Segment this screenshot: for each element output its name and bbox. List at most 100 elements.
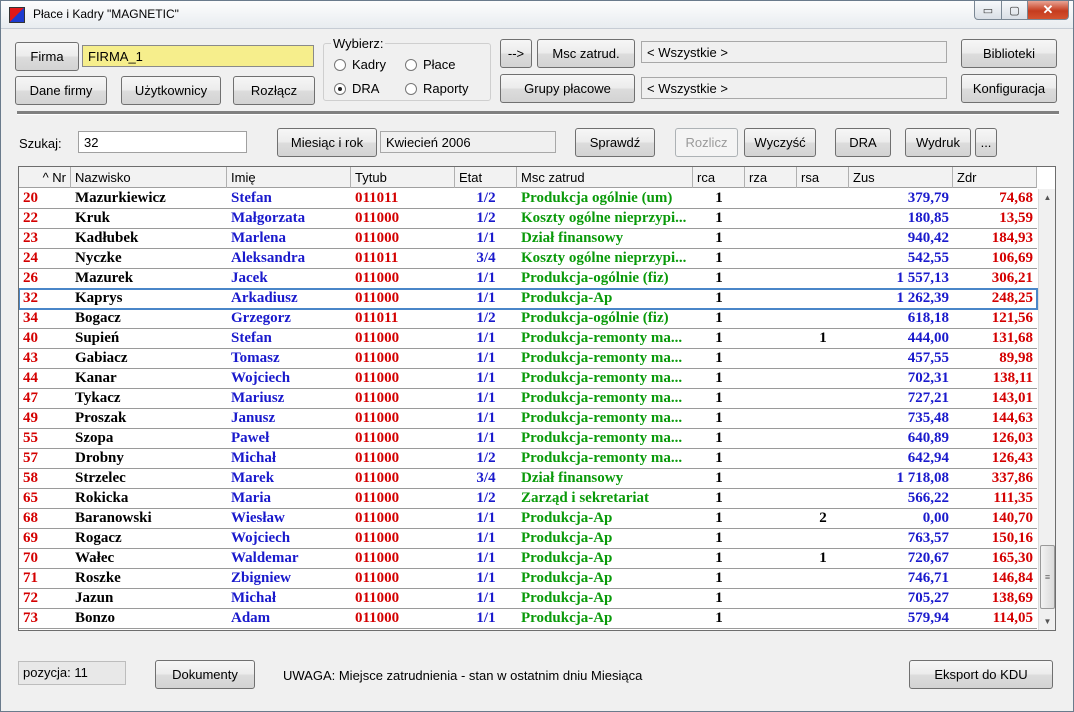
column-header-nazwisko[interactable]: Nazwisko <box>71 167 227 188</box>
column-header-tytub[interactable]: Tytub <box>351 167 455 188</box>
column-header-rza[interactable]: rza <box>745 167 797 188</box>
table-row[interactable]: 73 Bonzo Adam 011000 1/1 Produkcja-Ap 1 579,94 1… <box>19 609 1037 629</box>
msc-zatrud-button[interactable]: Msc zatrud. <box>537 39 635 68</box>
cell-zdr: 121,56 <box>991 310 1033 326</box>
grupy-placowe-field[interactable]: < Wszystkie > <box>641 77 947 99</box>
table-row[interactable]: 40 Supień Stefan 011000 1/1 Produkcja-remonty… <box>19 329 1037 349</box>
uwaga-text: UWAGA: Miejsce zatrudnienia - stan w ost… <box>283 668 643 683</box>
table-row[interactable]: 58 Strzelec Marek 011000 3/4 Dział finansowy 1… <box>19 469 1037 489</box>
radio-raporty-dot[interactable] <box>405 82 417 95</box>
cell-zus: 618,18 <box>907 310 949 326</box>
cell-rca: 1 <box>715 290 723 306</box>
eksport-kdu-button[interactable]: Eksport do KDU <box>909 660 1053 689</box>
column-header-imie[interactable]: Imię <box>227 167 351 188</box>
biblioteki-button[interactable]: Biblioteki <box>961 39 1057 68</box>
table-row[interactable]: 23 Kadłubek Marlena 011000 1/1 Dział finansow… <box>19 229 1037 249</box>
column-header-zdr[interactable]: Zdr <box>953 167 1037 188</box>
cell-rca: 1 <box>715 610 723 626</box>
cell-etat: 1/1 <box>476 230 496 246</box>
table-row[interactable]: 24 Nyczke Aleksandra 011011 3/4 Koszty ogólne… <box>19 249 1037 269</box>
more-button[interactable]: ... <box>975 128 997 157</box>
table-row[interactable]: 71 Roszke Zbigniew 011000 1/1 Produkcja-Ap 1 74… <box>19 569 1037 589</box>
firma-field[interactable]: FIRMA_1 <box>82 45 314 67</box>
cell-tytub: 011000 <box>355 390 400 406</box>
rozlicz-button[interactable]: Rozlicz <box>675 128 738 157</box>
cell-zdr: 150,16 <box>991 530 1033 546</box>
cell-rza <box>745 369 797 389</box>
radio-dra[interactable]: DRA <box>334 81 379 96</box>
dokumenty-button[interactable]: Dokumenty <box>155 660 255 689</box>
table-row[interactable]: 65 Rokicka Maria 011000 1/2 Zarząd i sekretar… <box>19 489 1037 509</box>
table-row[interactable]: 26 Mazurek Jacek 011000 1/1 Produkcja-ogólnie… <box>19 269 1037 289</box>
cell-zus: 180,85 <box>907 210 949 226</box>
table-row[interactable]: 20 Mazurkiewicz Stefan 011011 1/2 Produkcja o… <box>19 189 1037 209</box>
rozlacz-button[interactable]: Rozłącz <box>233 76 315 105</box>
dane-firmy-button[interactable]: Dane firmy <box>15 76 107 105</box>
cell-zdr: 74,68 <box>999 190 1033 206</box>
msc-zatrud-field[interactable]: < Wszystkie > <box>641 41 947 63</box>
cell-rca: 1 <box>715 490 723 506</box>
column-header-zus[interactable]: Zus <box>849 167 953 188</box>
column-header-rsa[interactable]: rsa <box>797 167 849 188</box>
close-icon[interactable]: ✕ <box>1027 1 1069 20</box>
cell-zus: 735,48 <box>907 410 949 426</box>
arrow-button[interactable]: --> <box>500 39 532 68</box>
cell-zus: 702,31 <box>907 370 949 386</box>
firma-button[interactable]: Firma <box>15 42 79 71</box>
table-row[interactable]: 55 Szopa Paweł 011000 1/1 Produkcja-remonty m… <box>19 429 1037 449</box>
cell-nr: 20 <box>23 190 38 206</box>
cell-tytub: 011000 <box>355 210 400 226</box>
dra-button[interactable]: DRA <box>835 128 891 157</box>
uzytkownicy-button[interactable]: Użytkownicy <box>121 76 221 105</box>
table-row[interactable]: 49 Proszak Janusz 011000 1/1 Produkcja-remont… <box>19 409 1037 429</box>
table-row[interactable]: 47 Tykacz Mariusz 011000 1/1 Produkcja-remont… <box>19 389 1037 409</box>
cell-etat: 1/1 <box>476 510 496 526</box>
cell-rsa: 1 <box>819 550 827 566</box>
radio-kadry[interactable]: Kadry <box>334 57 386 72</box>
cell-tytub: 011000 <box>355 570 400 586</box>
table-row[interactable]: 22 Kruk Małgorzata 011000 1/2 Koszty ogólne n… <box>19 209 1037 229</box>
radio-raporty[interactable]: Raporty <box>405 81 469 96</box>
wydruk-button[interactable]: Wydruk <box>905 128 971 157</box>
vertical-scrollbar[interactable]: ▲ ≡ ▼ <box>1038 189 1055 630</box>
minimize-icon[interactable]: ▭ <box>974 1 1002 20</box>
table-row[interactable]: 57 Drobny Michał 011000 1/2 Produkcja-remonty… <box>19 449 1037 469</box>
cell-msc: Zarząd i sekretariat <box>521 490 650 506</box>
cell-rca: 1 <box>715 330 723 346</box>
table-row[interactable]: 43 Gabiacz Tomasz 011000 1/1 Produkcja-remont… <box>19 349 1037 369</box>
miesiac-i-rok-button[interactable]: Miesiąc i rok <box>277 128 377 157</box>
table-row[interactable]: 68 Baranowski Wiesław 011000 1/1 Produkcja-Ap… <box>19 509 1037 529</box>
cell-tytub: 011000 <box>355 610 400 626</box>
sprawdz-button[interactable]: Sprawdź <box>575 128 655 157</box>
grupy-placowe-button[interactable]: Grupy płacowe <box>500 74 635 103</box>
konfiguracja-button[interactable]: Konfiguracja <box>961 74 1057 103</box>
search-input[interactable]: 32 <box>78 131 247 153</box>
cell-zus: 1 262,39 <box>896 290 950 306</box>
wyczysc-button[interactable]: Wyczyść <box>744 128 816 157</box>
radio-dra-dot[interactable] <box>334 82 346 95</box>
cell-rsa <box>797 349 849 369</box>
column-header-msc[interactable]: Msc zatrud <box>517 167 693 188</box>
column-header-nr[interactable]: ^ Nr <box>19 167 71 188</box>
chevron-up-icon[interactable]: ▲ <box>1039 189 1055 206</box>
miesiac-field[interactable]: Kwiecień 2006 <box>380 131 556 153</box>
table-row[interactable]: 32 Kaprys Arkadiusz 011000 1/1 Produkcja-Ap 1 1… <box>19 288 1038 310</box>
maximize-icon[interactable]: ▢ <box>1001 1 1028 20</box>
cell-rza <box>745 189 797 209</box>
cell-zdr: 111,35 <box>993 490 1033 506</box>
table-row[interactable]: 70 Wałec Waldemar 011000 1/1 Produkcja-Ap 1 1 72… <box>19 549 1037 569</box>
employees-grid[interactable]: ^ Nr Nazwisko Imię Tytub Etat Msc zatrud… <box>18 166 1056 631</box>
table-row[interactable]: 44 Kanar Wojciech 011000 1/1 Produkcja-remont… <box>19 369 1037 389</box>
pozycja-label: pozycja: <box>23 665 71 680</box>
column-header-etat[interactable]: Etat <box>455 167 517 188</box>
scrollbar-thumb[interactable]: ≡ <box>1040 545 1055 609</box>
radio-place-dot[interactable] <box>405 58 417 71</box>
column-header-rca[interactable]: rca <box>693 167 745 188</box>
table-row[interactable]: 72 Jazun Michał 011000 1/1 Produkcja-Ap 1 705,2… <box>19 589 1037 609</box>
radio-place[interactable]: Płace <box>405 57 456 72</box>
table-row[interactable]: 69 Rogacz Wojciech 011000 1/1 Produkcja-Ap 1 76… <box>19 529 1037 549</box>
chevron-down-icon[interactable]: ▼ <box>1039 613 1055 630</box>
table-row[interactable]: 34 Bogacz Grzegorz 011011 1/2 Produkcja-ogóln… <box>19 309 1037 329</box>
radio-kadry-dot[interactable] <box>334 58 346 71</box>
cell-zdr: 306,21 <box>991 270 1033 286</box>
